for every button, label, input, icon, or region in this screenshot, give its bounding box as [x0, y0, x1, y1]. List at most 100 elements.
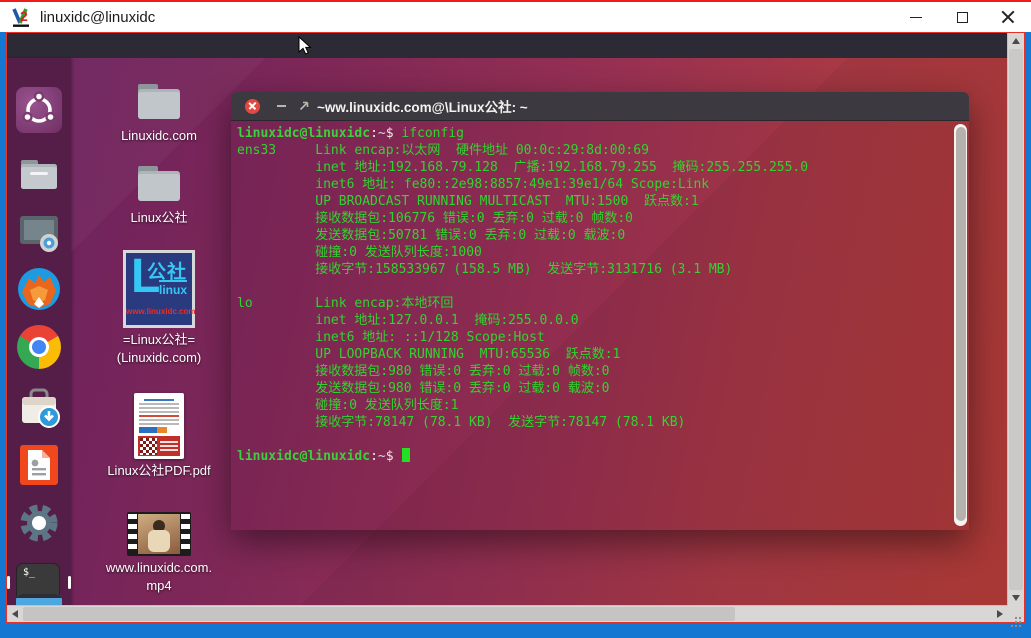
vnc-viewport: $_ Linuxidc.com Linux公社 — [6, 32, 1025, 623]
terminal-close-button[interactable] — [245, 99, 260, 114]
terminal-output-line — [237, 278, 949, 295]
launcher-item-libreoffice[interactable] — [16, 442, 62, 488]
launcher-item-software[interactable] — [16, 384, 62, 430]
pdf-file-icon — [134, 393, 184, 459]
terminal-output-line: inet 地址:192.168.79.128 广播:192.168.79.255… — [237, 159, 949, 176]
terminal-output-line — [237, 431, 949, 448]
desktop-icon-label: =Linux公社= (Linuxidc.com) — [117, 331, 202, 367]
arrow-right-icon — [997, 610, 1003, 618]
terminal-output-line: 发送数据包:50781 错误:0 丢弃:0 过载:0 载波:0 — [237, 227, 949, 244]
terminal-output-line: 发送数据包:980 错误:0 丢弃:0 过载:0 载波:0 — [237, 380, 949, 397]
terminal-restore-button[interactable] — [298, 100, 310, 112]
terminal-window: ~ww.linuxidc.com@\Linux公社: ~ linuxidc@li… — [231, 92, 969, 530]
launcher-item-display[interactable] — [16, 209, 62, 255]
horizontal-scrollbar-thumb[interactable] — [23, 607, 735, 621]
desktop-icon-linuxidc-folder[interactable]: Linuxidc.com — [101, 78, 217, 145]
arrow-left-icon — [12, 610, 18, 618]
vnc-logo-digit: 2 — [20, 8, 28, 24]
launcher-item-firefox[interactable] — [16, 266, 62, 312]
desktop-icon-gongshe-folder[interactable]: Linux公社 — [101, 160, 217, 227]
terminal-scrollbar[interactable] — [954, 124, 967, 526]
firefox-icon — [16, 266, 62, 312]
scroll-left-button[interactable] — [7, 606, 23, 622]
linux-gongshe-logo-image: L 公社 linux www.linuxidc.com — [123, 250, 195, 328]
terminal-output: ens33 Link encap:以太网 硬件地址 00:0c:29:8d:00… — [237, 142, 949, 448]
logo-url-text: www.linuxidc.com — [126, 307, 192, 316]
minimize-button[interactable] — [893, 2, 939, 32]
desktop-icon-label: Linux公社PDF.pdf — [107, 462, 210, 480]
mouse-cursor — [298, 36, 312, 56]
prompt-user: linuxidc@linuxidc — [237, 126, 370, 141]
software-center-icon — [16, 384, 62, 430]
horizontal-scrollbar[interactable] — [7, 605, 1008, 622]
terminal-title: ~ww.linuxidc.com@\Linux公社: ~ — [317, 96, 528, 116]
prompt-colon: : — [370, 126, 378, 141]
terminal-output-line: inet 地址:127.0.0.1 掩码:255.0.0.0 — [237, 312, 949, 329]
terminal-output-line: 接收字节:78147 (78.1 KB) 发送字节:78147 (78.1 KB… — [237, 414, 949, 431]
remote-desktop: $_ Linuxidc.com Linux公社 — [7, 33, 1008, 606]
terminal-output-line: inet6 地址: ::1/128 Scope:Host — [237, 329, 949, 346]
chrome-icon — [17, 325, 61, 369]
terminal-body[interactable]: linuxidc@linuxidc:~$ ifconfig ens33 Link… — [231, 120, 969, 530]
desktop-icon-label: Linuxidc.com — [121, 127, 197, 145]
focused-indicator — [68, 576, 71, 589]
scroll-right-button[interactable] — [992, 606, 1008, 622]
arrow-down-icon — [1012, 595, 1020, 601]
close-icon — [1001, 10, 1015, 24]
desktop-icon-logo-image[interactable]: L 公社 linux www.linuxidc.com =Linux公社= (L… — [101, 250, 217, 367]
scroll-down-button[interactable] — [1008, 590, 1024, 606]
launcher-item-files[interactable] — [16, 151, 62, 197]
vertical-scrollbar[interactable] — [1007, 33, 1024, 606]
desktop-icon-label: Linux公社 — [130, 209, 187, 227]
vertical-scrollbar-thumb[interactable] — [1009, 49, 1023, 590]
terminal-output-line: 接收字节:158533967 (158.5 MB) 发送字节:3131716 (… — [237, 261, 949, 278]
prompt-path: ~ — [378, 449, 386, 464]
folder-icon — [134, 78, 184, 124]
vnc-logo-icon: 2 — [10, 6, 32, 28]
launcher-item-chrome[interactable] — [16, 324, 62, 370]
terminal-output-line: UP LOOPBACK RUNNING MTU:65536 跃点数:1 — [237, 346, 949, 363]
terminal-scrollbar-thumb[interactable] — [956, 127, 966, 521]
terminal-icon-glyph: $_ — [23, 567, 35, 578]
terminal-output-line: inet6 地址: fe80::2e98:8857:49e1:39e1/64 S… — [237, 176, 949, 193]
launcher-item-dash[interactable] — [16, 87, 62, 133]
arrow-up-icon — [1012, 38, 1020, 44]
scroll-up-button[interactable] — [1008, 33, 1024, 49]
launcher-item-settings[interactable] — [16, 500, 62, 546]
prompt-user: linuxidc@linuxidc — [237, 449, 370, 464]
terminal-output-line: 碰撞:0 发送队列长度:1000 — [237, 244, 949, 261]
window-controls — [893, 2, 1031, 32]
terminal-output-line: 接收数据包:106776 错误:0 丢弃:0 过载:0 帧数:0 — [237, 210, 949, 227]
terminal-output-line: 碰撞:0 发送队列长度:1 — [237, 397, 949, 414]
libreoffice-icon — [16, 442, 62, 488]
typed-command: ifconfig — [401, 126, 464, 141]
desktop-icon-pdf[interactable]: Linux公社PDF.pdf — [101, 393, 217, 480]
prompt-path: ~ — [378, 126, 386, 141]
terminal-output-line: ens33 Link encap:以太网 硬件地址 00:0c:29:8d:00… — [237, 142, 949, 159]
terminal-cursor — [402, 448, 410, 462]
terminal-titlebar[interactable]: ~ww.linuxidc.com@\Linux公社: ~ — [231, 92, 969, 121]
display-icon — [16, 209, 62, 255]
terminal-output-line: lo Link encap:本地环回 — [237, 295, 949, 312]
prompt-colon: : — [370, 449, 378, 464]
prompt-dollar: $ — [386, 449, 402, 464]
terminal-prompt-line: linuxidc@linuxidc:~$ ifconfig — [237, 125, 949, 142]
desktop-icon-video[interactable]: www.linuxidc.com. mp4 — [101, 512, 217, 595]
minimize-icon — [910, 17, 922, 18]
running-indicator — [7, 576, 10, 589]
unity-launcher: $_ — [7, 58, 71, 606]
close-button[interactable] — [985, 2, 1031, 32]
video-file-icon — [127, 512, 191, 556]
maximize-icon — [957, 12, 968, 23]
desktop-icon-label: www.linuxidc.com. mp4 — [106, 559, 212, 595]
files-folder-icon — [16, 151, 62, 197]
vnc-window-titlebar: 2 linuxidc@linuxidc — [0, 0, 1031, 32]
prompt-dollar: $ — [386, 126, 402, 141]
terminal-output-line: UP BROADCAST RUNNING MULTICAST MTU:1500 … — [237, 193, 949, 210]
terminal-minimize-button[interactable] — [277, 105, 286, 107]
logo-linux-text: linux — [159, 280, 187, 297]
maximize-button[interactable] — [939, 2, 985, 32]
folder-icon — [134, 160, 184, 206]
qr-code-block — [138, 436, 180, 456]
resize-grip[interactable] — [1008, 606, 1024, 622]
